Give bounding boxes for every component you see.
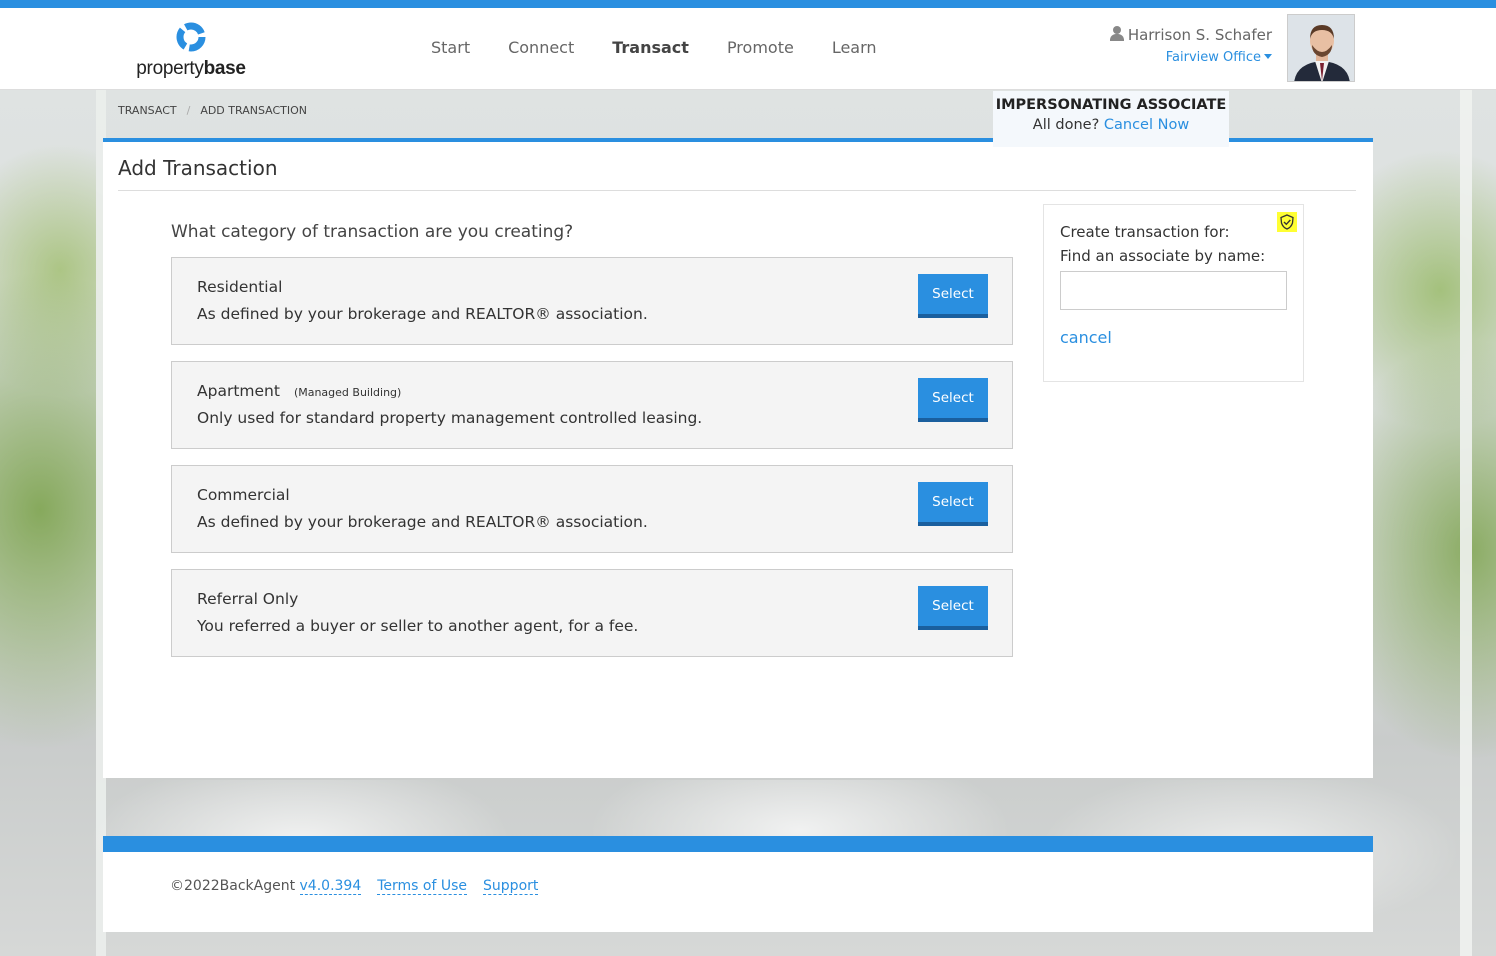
nav-item-connect[interactable]: Connect	[508, 38, 574, 64]
top-accent-bar	[0, 0, 1496, 8]
category-subtitle: (Managed Building)	[293, 386, 402, 399]
associate-cancel-link[interactable]: cancel	[1060, 328, 1112, 347]
user-menu: Harrison S. Schafer Fairview Office	[1100, 26, 1272, 65]
propertybase-logo-icon	[176, 22, 206, 52]
associate-search-box: Create transaction for: Find an associat…	[1043, 204, 1304, 382]
office-label: Fairview Office	[1165, 50, 1261, 65]
propertybase-logo[interactable]: propertybase	[134, 20, 248, 82]
select-apartment-button[interactable]: Select	[918, 378, 988, 422]
impersonation-title: IMPERSONATING ASSOCIATE	[995, 97, 1227, 113]
nav-item-start[interactable]: Start	[431, 38, 470, 64]
support-link[interactable]: Support	[483, 878, 539, 895]
terms-of-use-link[interactable]: Terms of Use	[377, 878, 468, 895]
breadcrumb: TRANSACT / ADD TRANSACTION	[118, 104, 307, 117]
impersonation-prompt: All done?	[1032, 117, 1100, 133]
add-transaction-panel: Add Transaction What category of transac…	[103, 138, 1373, 778]
title-divider	[118, 190, 1356, 191]
nav-item-transact[interactable]: Transact	[612, 38, 689, 64]
user-name-row[interactable]: Harrison S. Schafer	[1100, 26, 1272, 44]
category-card-referral: Referral Only You referred a buyer or se…	[171, 569, 1013, 657]
shield-check-icon[interactable]	[1277, 212, 1297, 232]
category-card-commercial: Commercial As defined by your brokerage …	[171, 465, 1013, 553]
category-title: Apartment (Managed Building)	[197, 382, 402, 400]
impersonation-banner: IMPERSONATING ASSOCIATE All done? Cancel…	[993, 91, 1229, 147]
cancel-impersonation-link[interactable]: Cancel Now	[1104, 117, 1189, 133]
select-commercial-button[interactable]: Select	[918, 482, 988, 526]
user-icon	[1109, 26, 1124, 41]
breadcrumb-transact[interactable]: TRANSACT	[118, 104, 177, 117]
category-title: Commercial	[197, 486, 290, 504]
category-description: Only used for standard property manageme…	[197, 409, 703, 427]
category-description: You referred a buyer or seller to anothe…	[197, 617, 639, 635]
category-title: Referral Only	[197, 590, 299, 608]
associate-search-input[interactable]	[1060, 271, 1287, 310]
main-nav: Start Connect Transact Promote Learn	[412, 38, 896, 64]
nav-item-learn[interactable]: Learn	[832, 38, 877, 64]
category-card-residential: Residential As defined by your brokerage…	[171, 257, 1013, 345]
create-for-label: Create transaction for:	[1060, 223, 1230, 241]
office-dropdown[interactable]: Fairview Office	[1100, 50, 1272, 65]
category-question: What category of transaction are you cre…	[171, 222, 574, 242]
page-footer: ©2022BackAgent v4.0.394 Terms of Use Suppo…	[103, 836, 1373, 932]
copyright: ©2022BackAgent	[170, 878, 296, 894]
page-title: Add Transaction	[118, 156, 278, 180]
footer-links: ©2022BackAgent v4.0.394 Terms of Use Suppo…	[170, 878, 539, 895]
logo-wordmark: propertybase	[136, 58, 246, 79]
breadcrumb-add-transaction: ADD TRANSACTION	[200, 104, 307, 117]
select-referral-button[interactable]: Select	[918, 586, 988, 630]
category-card-apartment: Apartment (Managed Building) Only used fo…	[171, 361, 1013, 449]
version-link[interactable]: v4.0.394	[299, 878, 362, 895]
find-associate-label: Find an associate by name:	[1060, 247, 1266, 265]
impersonation-line: All done? Cancel Now	[993, 117, 1229, 133]
caret-down-icon	[1264, 54, 1272, 59]
select-residential-button[interactable]: Select	[918, 274, 988, 318]
user-name: Harrison S. Schafer	[1127, 26, 1272, 44]
avatar[interactable]	[1287, 14, 1355, 82]
nav-item-promote[interactable]: Promote	[727, 38, 794, 64]
avatar-photo	[1288, 15, 1354, 81]
category-description: As defined by your brokerage and REALTOR…	[197, 513, 648, 531]
category-description: As defined by your brokerage and REALTOR…	[197, 305, 648, 323]
category-title: Residential	[197, 278, 283, 296]
app-header: propertybase Start Connect Transact Prom…	[0, 8, 1496, 90]
breadcrumb-separator: /	[186, 104, 191, 117]
